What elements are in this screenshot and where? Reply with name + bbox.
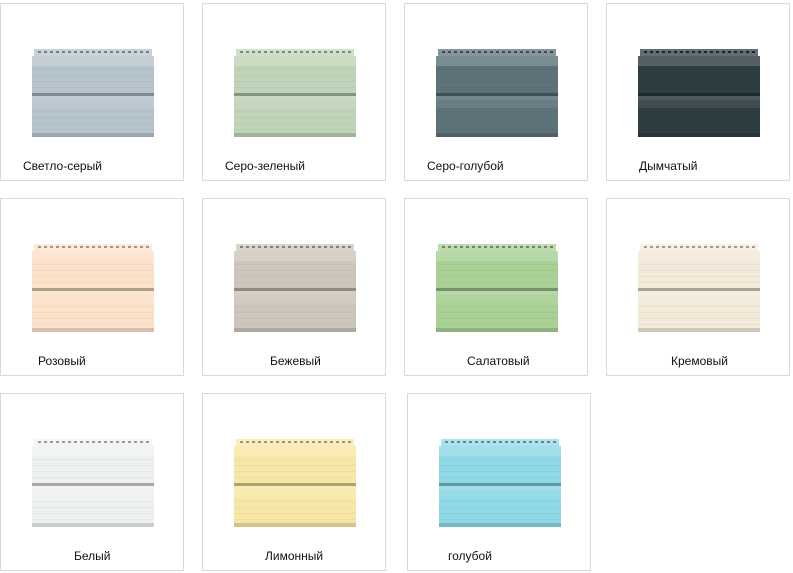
swatch-label: Серо-зеленый: [225, 159, 305, 173]
swatch-card-goluboi[interactable]: голубой: [407, 393, 591, 571]
swatch-label: Белый: [74, 549, 111, 563]
siding-panel-graphic: [439, 439, 561, 527]
swatch-card-sero-goluboi[interactable]: Серо-голубой: [404, 3, 588, 181]
siding-panel-swatch: [439, 439, 561, 527]
swatch-card-salatovyi[interactable]: Салатовый: [404, 198, 588, 376]
siding-panel-swatch: [234, 439, 356, 527]
siding-panel-swatch: [436, 49, 558, 137]
siding-panel-swatch: [32, 439, 154, 527]
swatch-card-belyi[interactable]: Белый: [0, 393, 184, 571]
swatch-label: голубой: [448, 549, 492, 563]
siding-panel-graphic: [638, 49, 760, 137]
swatch-card-sero-zelenyi[interactable]: Серо-зеленый: [202, 3, 386, 181]
siding-panel-graphic: [234, 49, 356, 137]
swatch-label: Розовый: [38, 354, 86, 368]
swatch-label: Бежевый: [270, 354, 321, 368]
siding-panel-swatch: [32, 49, 154, 137]
siding-panel-graphic: [32, 244, 154, 332]
swatch-label: Серо-голубой: [427, 159, 504, 173]
siding-panel-swatch: [234, 49, 356, 137]
swatch-card-bezhevyi[interactable]: Бежевый: [202, 198, 386, 376]
siding-panel-graphic: [638, 244, 760, 332]
swatch-card-rozovyi[interactable]: Розовый: [0, 198, 184, 376]
swatch-card-limonnyi[interactable]: Лимонный: [202, 393, 386, 571]
siding-panel-graphic: [32, 49, 154, 137]
siding-panel-graphic: [32, 439, 154, 527]
siding-panel-swatch: [234, 244, 356, 332]
siding-panel-graphic: [436, 49, 558, 137]
swatch-label: Светло-серый: [23, 159, 102, 173]
swatch-card-dymchatyi[interactable]: Дымчатый: [606, 3, 790, 181]
siding-panel-graphic: [436, 244, 558, 332]
siding-panel-swatch: [436, 244, 558, 332]
siding-panel-swatch: [32, 244, 154, 332]
swatch-label: Кремовый: [671, 354, 728, 368]
siding-panel-swatch: [638, 49, 760, 137]
swatch-label: Салатовый: [467, 354, 530, 368]
siding-panel-graphic: [234, 244, 356, 332]
siding-panel-swatch: [638, 244, 760, 332]
swatch-label: Дымчатый: [639, 159, 698, 173]
siding-panel-graphic: [234, 439, 356, 527]
swatch-card-svetlo-seryi[interactable]: Светло-серый: [0, 3, 184, 181]
swatch-card-kremovyi[interactable]: Кремовый: [606, 198, 790, 376]
swatch-label: Лимонный: [265, 549, 324, 563]
